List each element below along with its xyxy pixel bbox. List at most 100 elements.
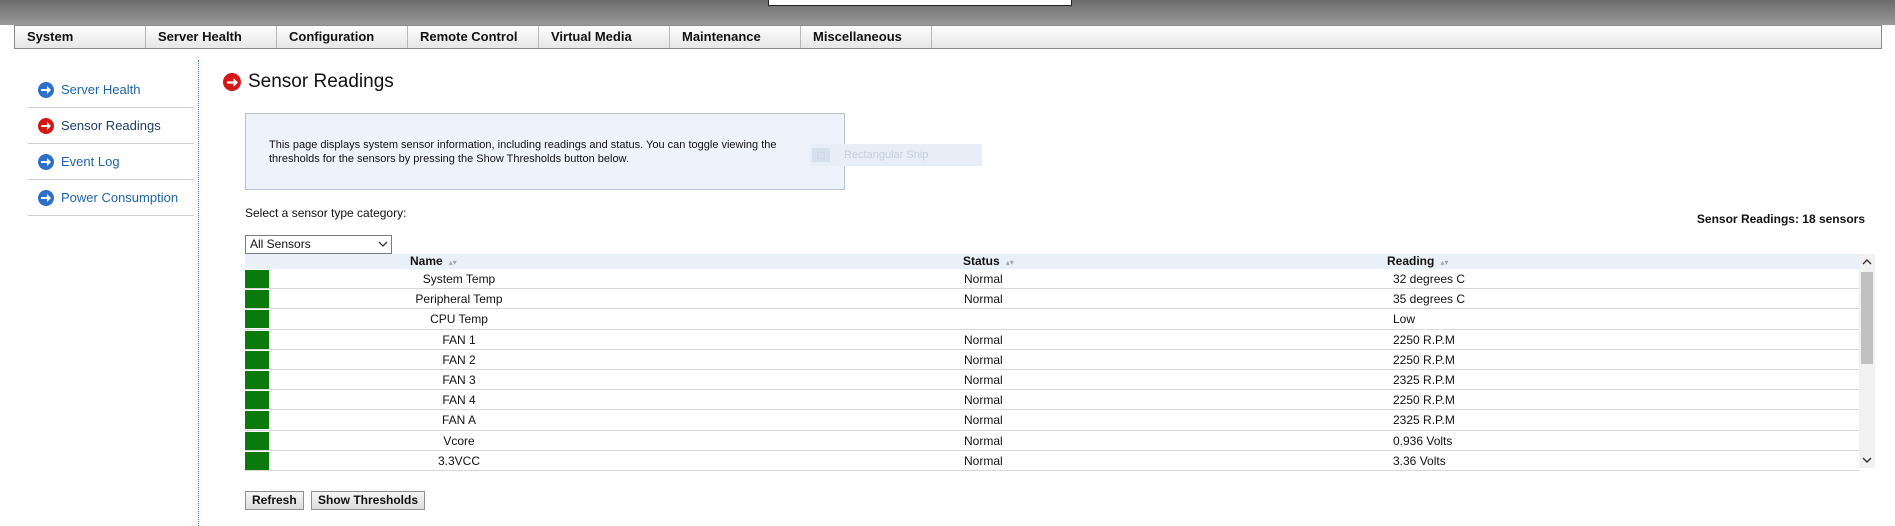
cell-status: Normal	[964, 393, 1003, 408]
sidebar-item-label: Power Consumption	[61, 190, 179, 205]
cell-name: System Temp	[422, 272, 496, 286]
cell-reading: 2250 R.P.M	[1393, 332, 1455, 347]
cell-name: Peripheral Temp	[415, 292, 503, 307]
cell-reading: 2250 R.P.M	[1393, 352, 1455, 367]
snip-overlay: ⬚ Rectangular Snip	[810, 144, 982, 166]
cell-status: Normal	[964, 413, 1003, 428]
arrow-right-circle-icon	[38, 117, 54, 134]
sensor-category-label: Select a sensor type category:	[245, 206, 407, 220]
table-row[interactable]: Vcore Normal 0.936 Volts	[245, 431, 1859, 451]
cell-name: CPU Temp	[430, 312, 488, 327]
table-header: Name ▴▾ Status ▴▾ Reading ▴▾	[245, 254, 1859, 269]
table-row[interactable]: FAN 1 Normal 2250 R.P.M	[245, 330, 1859, 350]
column-header-reading[interactable]: Reading ▴▾	[1387, 254, 1448, 270]
arrow-right-circle-icon	[38, 153, 54, 170]
cell-name: 3.3VCC	[437, 453, 481, 468]
sidebar-divider	[198, 60, 199, 526]
table-row[interactable]: FAN A Normal 2325 R.P.M	[245, 410, 1859, 431]
nav-miscellaneous[interactable]: Miscellaneous	[801, 26, 932, 48]
page-title: Sensor Readings	[223, 71, 394, 93]
table-row[interactable]: FAN 3 Normal 2325 R.P.M	[245, 370, 1859, 391]
scrollbar-thumb[interactable]	[1861, 272, 1873, 364]
cell-name: FAN A	[441, 413, 476, 428]
cell-reading: 3.36 Volts	[1393, 453, 1446, 468]
column-header-label: Reading	[1387, 254, 1435, 268]
info-box: This page displays system sensor informa…	[245, 113, 845, 190]
table-row[interactable]: FAN 2 Normal 2250 R.P.M	[245, 350, 1859, 370]
refresh-button[interactable]: Refresh	[245, 491, 304, 510]
table-row[interactable]: FAN 4 Normal 2250 R.P.M	[245, 390, 1859, 411]
sort-icon: ▴▾	[448, 258, 457, 267]
cell-reading: 32 degrees C	[1393, 272, 1466, 286]
sensor-count: Sensor Readings: 18 sensors	[1696, 212, 1865, 226]
nav-remote-control[interactable]: Remote Control	[408, 26, 539, 48]
cell-name: FAN 2	[442, 352, 476, 367]
table-scrollbar[interactable]	[1859, 254, 1875, 468]
sidebar-item-server-health[interactable]: Server Health	[28, 72, 194, 108]
arrow-right-circle-icon	[38, 189, 54, 206]
cell-name: Vcore	[443, 433, 475, 448]
cell-status: Normal	[964, 372, 1003, 387]
status-indicator	[245, 451, 269, 470]
cell-reading: 35 degrees C	[1393, 292, 1466, 307]
scroll-down-icon[interactable]	[1859, 452, 1875, 468]
cell-status: Normal	[964, 453, 1003, 468]
table-row[interactable]: 3.3VCC Normal 3.36 Volts	[245, 451, 1859, 471]
table-row[interactable]: CPU Temp Low	[245, 309, 1859, 330]
table-row[interactable]: Peripheral Temp Normal 35 degrees C	[245, 289, 1859, 310]
column-header-label: Status	[963, 254, 1000, 268]
top-banner	[0, 0, 1895, 25]
top-banner-slot	[768, 0, 1072, 6]
cell-status: Normal	[964, 332, 1003, 347]
sort-icon: ▴▾	[1440, 258, 1449, 267]
cell-status: Normal	[964, 292, 1003, 307]
cell-name: FAN 4	[442, 393, 476, 408]
cell-reading: 2325 R.P.M	[1393, 372, 1455, 387]
snip-label: Rectangular Snip	[844, 149, 929, 161]
cell-name: FAN 3	[442, 372, 476, 387]
column-header-name[interactable]: Name ▴▾	[410, 254, 457, 270]
sidebar-item-label: Server Health	[61, 82, 141, 97]
table-body: System Temp Normal 32 degrees C Peripher…	[245, 269, 1859, 471]
sort-icon: ▴▾	[1005, 258, 1014, 267]
column-header-label: Name	[410, 254, 443, 268]
status-indicator	[245, 391, 269, 410]
cell-status: Normal	[964, 272, 1003, 286]
sidebar: Server Health Sensor Readings Event Log …	[28, 72, 194, 216]
nav-server-health[interactable]: Server Health	[146, 26, 277, 48]
arrow-right-circle-icon	[38, 81, 54, 98]
scroll-up-icon[interactable]	[1859, 254, 1875, 270]
cell-reading: 2325 R.P.M	[1393, 413, 1455, 428]
cell-status: Normal	[964, 433, 1003, 448]
sidebar-item-label: Sensor Readings	[61, 118, 161, 133]
page-title-text: Sensor Readings	[248, 71, 394, 92]
main-nav: System Server Health Configuration Remot…	[14, 25, 1882, 49]
status-indicator	[245, 370, 269, 389]
nav-maintenance[interactable]: Maintenance	[670, 26, 801, 48]
nav-system[interactable]: System	[15, 26, 146, 48]
cell-status: Normal	[964, 352, 1003, 367]
sidebar-item-label: Event Log	[61, 154, 120, 169]
sidebar-item-power-consumption[interactable]: Power Consumption	[28, 180, 194, 216]
cell-reading: Low	[1393, 312, 1416, 327]
nav-virtual-media[interactable]: Virtual Media	[539, 26, 670, 48]
show-thresholds-button[interactable]: Show Thresholds	[311, 491, 426, 510]
sidebar-item-sensor-readings[interactable]: Sensor Readings	[28, 108, 194, 144]
chevron-down-icon	[378, 238, 388, 255]
cell-reading: 2250 R.P.M	[1393, 393, 1455, 408]
table-row[interactable]: System Temp Normal 32 degrees C	[245, 269, 1859, 290]
status-indicator	[245, 350, 269, 369]
snip-icon: ⬚	[812, 148, 830, 162]
status-indicator	[245, 431, 269, 450]
status-indicator	[245, 290, 269, 309]
status-indicator	[245, 411, 269, 430]
status-indicator	[245, 270, 269, 288]
cell-reading: 0.936 Volts	[1393, 433, 1453, 448]
sensor-table: Name ▴▾ Status ▴▾ Reading ▴▾ System Temp No…	[245, 254, 1875, 471]
sensor-category-select[interactable]: All Sensors	[245, 235, 392, 254]
cell-name: FAN 1	[442, 332, 476, 347]
sidebar-item-event-log[interactable]: Event Log	[28, 144, 194, 180]
nav-configuration[interactable]: Configuration	[277, 26, 408, 48]
status-indicator	[245, 330, 269, 349]
column-header-status[interactable]: Status ▴▾	[963, 254, 1014, 270]
